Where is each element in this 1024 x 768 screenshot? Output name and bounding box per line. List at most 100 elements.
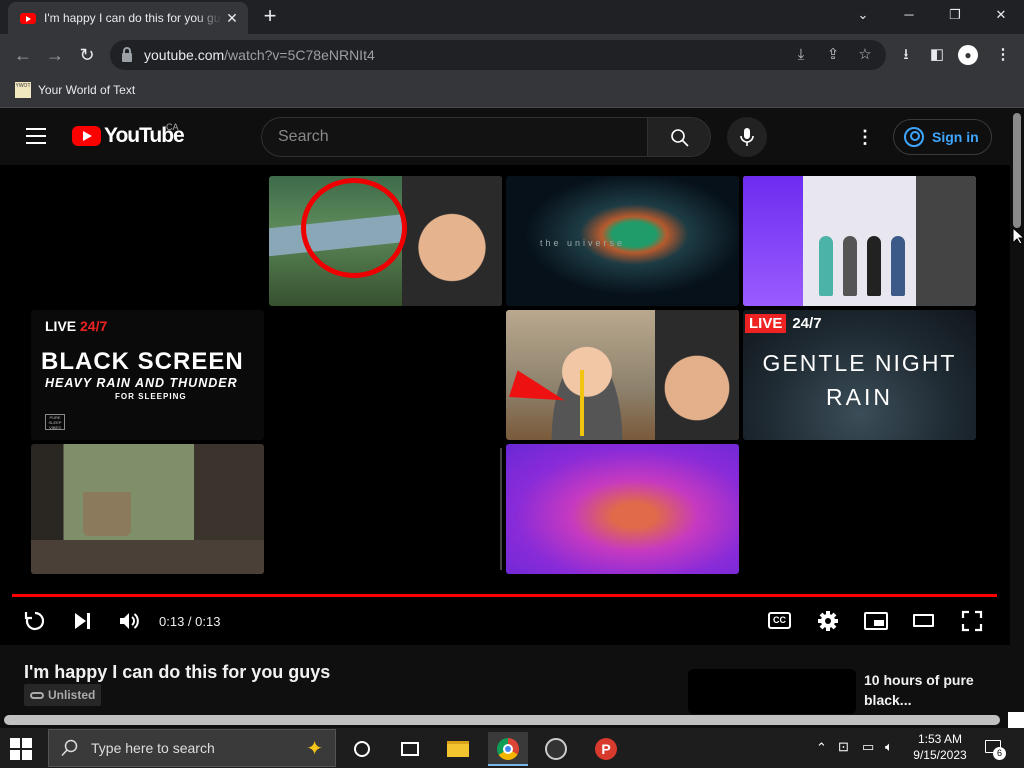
endscreen-video-1[interactable] xyxy=(269,176,502,306)
side-panel-icon[interactable]: ◧ xyxy=(926,44,948,66)
voice-search-button[interactable] xyxy=(727,117,767,157)
thumbnail-art xyxy=(891,236,905,296)
sparkle-icon: ✦ xyxy=(306,737,323,760)
account-icon xyxy=(904,127,924,147)
task-view-icon[interactable] xyxy=(392,732,428,766)
settings-gear-icon[interactable] xyxy=(816,609,840,633)
thumbnail-headline: BLACK SCREEN xyxy=(41,348,244,375)
volume-icon[interactable] xyxy=(117,609,141,633)
channel-logo-icon: PURE SLEEP VIBES xyxy=(45,414,65,430)
restore-button[interactable]: ❐ xyxy=(932,0,978,30)
tab-close-icon[interactable]: ✕ xyxy=(224,10,240,27)
live-label: LIVE 24/7 xyxy=(45,318,107,334)
show-hidden-icons[interactable]: ⌃ xyxy=(816,740,827,756)
thumbnail-art xyxy=(819,236,833,296)
notification-center-icon[interactable]: 6 xyxy=(983,738,1006,760)
search-box xyxy=(261,117,647,157)
install-app-icon[interactable]: ⤓ xyxy=(790,44,812,66)
psiphon-icon[interactable]: P xyxy=(588,732,624,766)
search-icon xyxy=(671,129,689,147)
thumbnail-headline: GENTLE NIGHT xyxy=(762,350,957,376)
file-explorer-icon[interactable] xyxy=(440,732,476,766)
thumbnail-subhead: RAIN xyxy=(826,384,893,410)
minimize-button[interactable]: ─ xyxy=(886,0,932,30)
endscreen-video-8[interactable] xyxy=(506,444,739,574)
live-badge: LIVE xyxy=(745,314,787,333)
microphone-icon xyxy=(740,128,754,146)
downloads-icon[interactable]: ⭳ xyxy=(895,44,917,66)
guide-menu-button[interactable] xyxy=(26,128,46,144)
search-input[interactable] xyxy=(262,118,647,156)
recommended-title[interactable]: 10 hours of pure black... xyxy=(864,670,1004,710)
visibility-label: Unlisted xyxy=(48,688,96,702)
thumbnail-art xyxy=(402,176,502,306)
notification-count: 6 xyxy=(993,747,1006,760)
thumbnail-subhead: HEAVY RAIN AND THUNDER xyxy=(45,376,238,390)
bookmarks-bar xyxy=(0,76,1024,108)
thumbnail-art xyxy=(743,176,803,306)
address-bar[interactable]: youtube.com/watch?v=5C78eNRNIt4 xyxy=(110,40,886,70)
endscreen-video-3[interactable] xyxy=(743,176,976,306)
new-tab-button[interactable]: + xyxy=(258,4,282,28)
tab-title: I'm happy I can do this for you guys xyxy=(44,11,222,25)
browser-tab[interactable]: I'm happy I can do this for you guys ✕ xyxy=(8,2,248,34)
next-video-icon[interactable] xyxy=(70,609,94,633)
unlisted-badge: Unlisted xyxy=(24,684,102,706)
endscreen-video-2[interactable]: the universe xyxy=(506,176,739,306)
clock-time: 1:53 AM xyxy=(917,732,963,746)
reload-button[interactable]: ↻ xyxy=(72,40,102,70)
video-title: I'm happy I can do this for you guys xyxy=(24,662,331,682)
windows-start-icon[interactable] xyxy=(10,738,32,760)
close-window-button[interactable]: ✕ xyxy=(978,0,1024,30)
horizontal-scrollbar[interactable] xyxy=(4,715,1000,725)
bookmark-star-icon[interactable]: ☆ xyxy=(854,44,876,66)
live-label: LIVE 24/7 xyxy=(745,314,822,333)
sign-in-button[interactable]: Sign in xyxy=(893,119,992,155)
progress-bar[interactable] xyxy=(12,594,997,597)
back-button[interactable]: ← xyxy=(8,40,38,70)
search-button[interactable] xyxy=(647,117,711,157)
subtitles-button[interactable]: CC xyxy=(768,612,791,629)
url-path: /watch?v=5C78eNRNIt4 xyxy=(224,47,375,63)
profile-icon[interactable]: ● xyxy=(958,45,978,65)
time-display: 0:13 / 0:13 xyxy=(159,614,221,629)
endscreen-video-7[interactable] xyxy=(31,444,264,574)
endscreen-video-gentle-night-rain[interactable]: LIVE 24/7 GENTLE NIGHT RAIN xyxy=(743,310,976,440)
youtube-logo-icon[interactable] xyxy=(72,126,101,146)
thumbnail-art xyxy=(83,492,131,536)
recommended-thumbnail[interactable] xyxy=(688,669,856,714)
chrome-menu-icon[interactable]: ⋮ xyxy=(992,44,1014,66)
theater-mode-button[interactable] xyxy=(913,614,934,627)
taskbar-search[interactable]: Type here to search ✦ xyxy=(48,729,336,767)
thumbnail-caption: the universe xyxy=(540,238,626,248)
thumbnail-art xyxy=(31,540,264,574)
obs-icon[interactable] xyxy=(538,732,574,766)
endscreen-video-black-screen[interactable]: LIVE 24/7 BLACK SCREEN HEAVY RAIN AND TH… xyxy=(31,310,264,440)
forward-button[interactable]: → xyxy=(40,40,70,70)
live-suffix: 24/7 xyxy=(792,315,822,332)
share-icon[interactable]: ⇪ xyxy=(822,44,844,66)
tab-search-icon[interactable]: ⌄ xyxy=(840,0,886,30)
link-icon xyxy=(30,691,44,699)
endscreen-video-5[interactable] xyxy=(506,310,739,440)
clock-date: 9/15/2023 xyxy=(913,748,967,762)
chrome-taskbar-icon[interactable] xyxy=(488,732,528,766)
country-code: CA xyxy=(166,122,179,132)
bookmark-your-world-of-text[interactable]: Your World of Text xyxy=(38,83,135,97)
sign-in-label: Sign in xyxy=(932,129,979,145)
thumbnail-art xyxy=(843,236,857,296)
speaker-muted-icon[interactable]: 🔈︎ xyxy=(885,739,893,755)
lock-icon xyxy=(122,46,132,62)
miniplayer-button[interactable] xyxy=(864,612,888,630)
youtube-favicon-icon xyxy=(20,12,36,24)
pc-icon[interactable]: ▭ xyxy=(862,739,874,755)
taskbar-clock[interactable]: 1:53 AM 9/15/2023 xyxy=(910,731,970,763)
ywot-favicon-icon: YWOT xyxy=(15,82,31,98)
network-icon[interactable]: ⊡ xyxy=(838,739,849,755)
replay-icon[interactable] xyxy=(23,609,47,633)
fullscreen-icon[interactable] xyxy=(960,609,984,633)
vertical-scroll-thumb[interactable] xyxy=(1013,113,1021,228)
live-suffix: 24/7 xyxy=(80,318,108,334)
settings-more-icon[interactable]: ⋮ xyxy=(855,127,875,147)
cortana-icon[interactable] xyxy=(344,732,380,766)
